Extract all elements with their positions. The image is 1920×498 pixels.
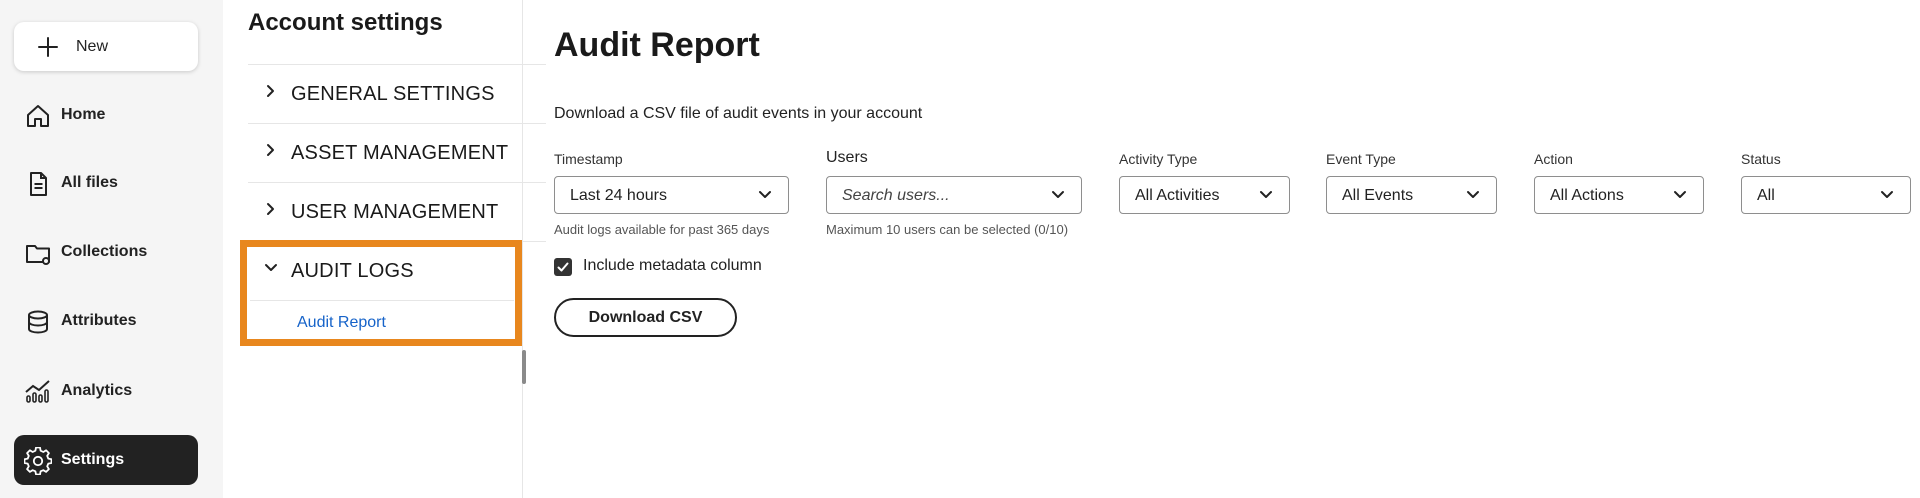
activity-type-value: All Activities	[1135, 187, 1220, 204]
nav-item-label: Settings	[61, 451, 125, 468]
chevron-right-icon	[267, 85, 274, 97]
section-user-management[interactable]: USER MANAGEMENT	[248, 182, 546, 241]
audit-report-link[interactable]: Audit Report	[297, 314, 386, 332]
nav-item-label: Analytics	[61, 382, 133, 399]
page-description: Download a CSV file of audit events in y…	[554, 105, 923, 122]
status-value: All	[1757, 187, 1775, 204]
panel-title: Account settings	[248, 9, 443, 36]
include-metadata-label: Include metadata column	[583, 257, 762, 274]
nav-item-label: Home	[61, 106, 106, 123]
nav-item-collections[interactable]: Collections	[14, 227, 198, 277]
action-value: All Actions	[1550, 187, 1624, 204]
timestamp-hint: Audit logs available for past 365 days	[554, 222, 770, 237]
nav-item-label: All files	[61, 174, 118, 191]
chevron-down-icon	[1260, 191, 1272, 198]
nav-item-home[interactable]: Home	[14, 90, 198, 140]
new-button-label: New	[76, 37, 109, 55]
chevron-right-icon	[267, 144, 274, 156]
event-type-value: All Events	[1342, 187, 1414, 204]
section-label: GENERAL SETTINGS	[291, 82, 495, 105]
chevron-right-icon	[267, 203, 274, 215]
database-icon	[28, 310, 48, 334]
collections-folder-icon	[26, 245, 50, 265]
chevron-down-icon	[1467, 191, 1479, 198]
users-hint: Maximum 10 users can be selected (0/10)	[826, 222, 1069, 237]
divider	[250, 300, 514, 301]
include-metadata-checkbox[interactable]	[554, 258, 572, 276]
nav-item-label: Attributes	[61, 312, 137, 329]
gear-icon	[24, 447, 52, 475]
section-audit-logs[interactable]: AUDIT LOGS	[248, 241, 546, 300]
chevron-down-icon	[1674, 191, 1686, 198]
chevron-down-icon	[1052, 191, 1064, 198]
users-placeholder: Search users...	[842, 187, 950, 204]
panel-scrollbar[interactable]	[522, 350, 526, 384]
activity-type-dropdown[interactable]: All Activities	[1119, 176, 1290, 214]
section-label: AUDIT LOGS	[291, 259, 414, 282]
chevron-down-icon	[265, 264, 277, 271]
download-csv-button[interactable]: Download CSV	[554, 298, 737, 337]
timestamp-label: Timestamp	[554, 151, 623, 167]
nav-item-label: Collections	[61, 243, 148, 260]
action-label: Action	[1534, 151, 1573, 167]
section-general-settings[interactable]: GENERAL SETTINGS	[248, 64, 546, 123]
page-title: Audit Report	[554, 26, 760, 64]
users-search-input[interactable]: Search users...	[826, 176, 1082, 214]
section-asset-management[interactable]: ASSET MANAGEMENT	[248, 123, 546, 182]
section-label: USER MANAGEMENT	[291, 200, 499, 223]
users-label: Users	[826, 149, 868, 166]
checkmark-icon	[557, 262, 569, 272]
new-button[interactable]: New	[14, 22, 198, 71]
plus-icon	[38, 37, 58, 57]
timestamp-dropdown[interactable]: Last 24 hours	[554, 176, 789, 214]
nav-item-settings[interactable]: Settings	[14, 435, 198, 485]
status-dropdown[interactable]: All	[1741, 176, 1911, 214]
action-dropdown[interactable]: All Actions	[1534, 176, 1704, 214]
event-type-label: Event Type	[1326, 151, 1396, 167]
file-icon	[30, 172, 47, 196]
left-navigation: New Home All files Collections Attribute…	[0, 0, 223, 498]
activity-type-label: Activity Type	[1119, 151, 1198, 167]
chevron-down-icon	[759, 191, 771, 198]
nav-item-analytics[interactable]: Analytics	[14, 366, 198, 416]
analytics-chart-icon	[25, 380, 50, 403]
nav-item-all-files[interactable]: All files	[14, 158, 198, 208]
status-label: Status	[1741, 151, 1781, 167]
home-icon	[27, 105, 49, 127]
section-label: ASSET MANAGEMENT	[291, 141, 509, 164]
nav-item-attributes[interactable]: Attributes	[14, 296, 198, 346]
account-settings-panel: Account settings GENERAL SETTINGS ASSET …	[223, 0, 546, 498]
timestamp-value: Last 24 hours	[570, 187, 667, 204]
event-type-dropdown[interactable]: All Events	[1326, 176, 1497, 214]
chevron-down-icon	[1881, 191, 1893, 198]
